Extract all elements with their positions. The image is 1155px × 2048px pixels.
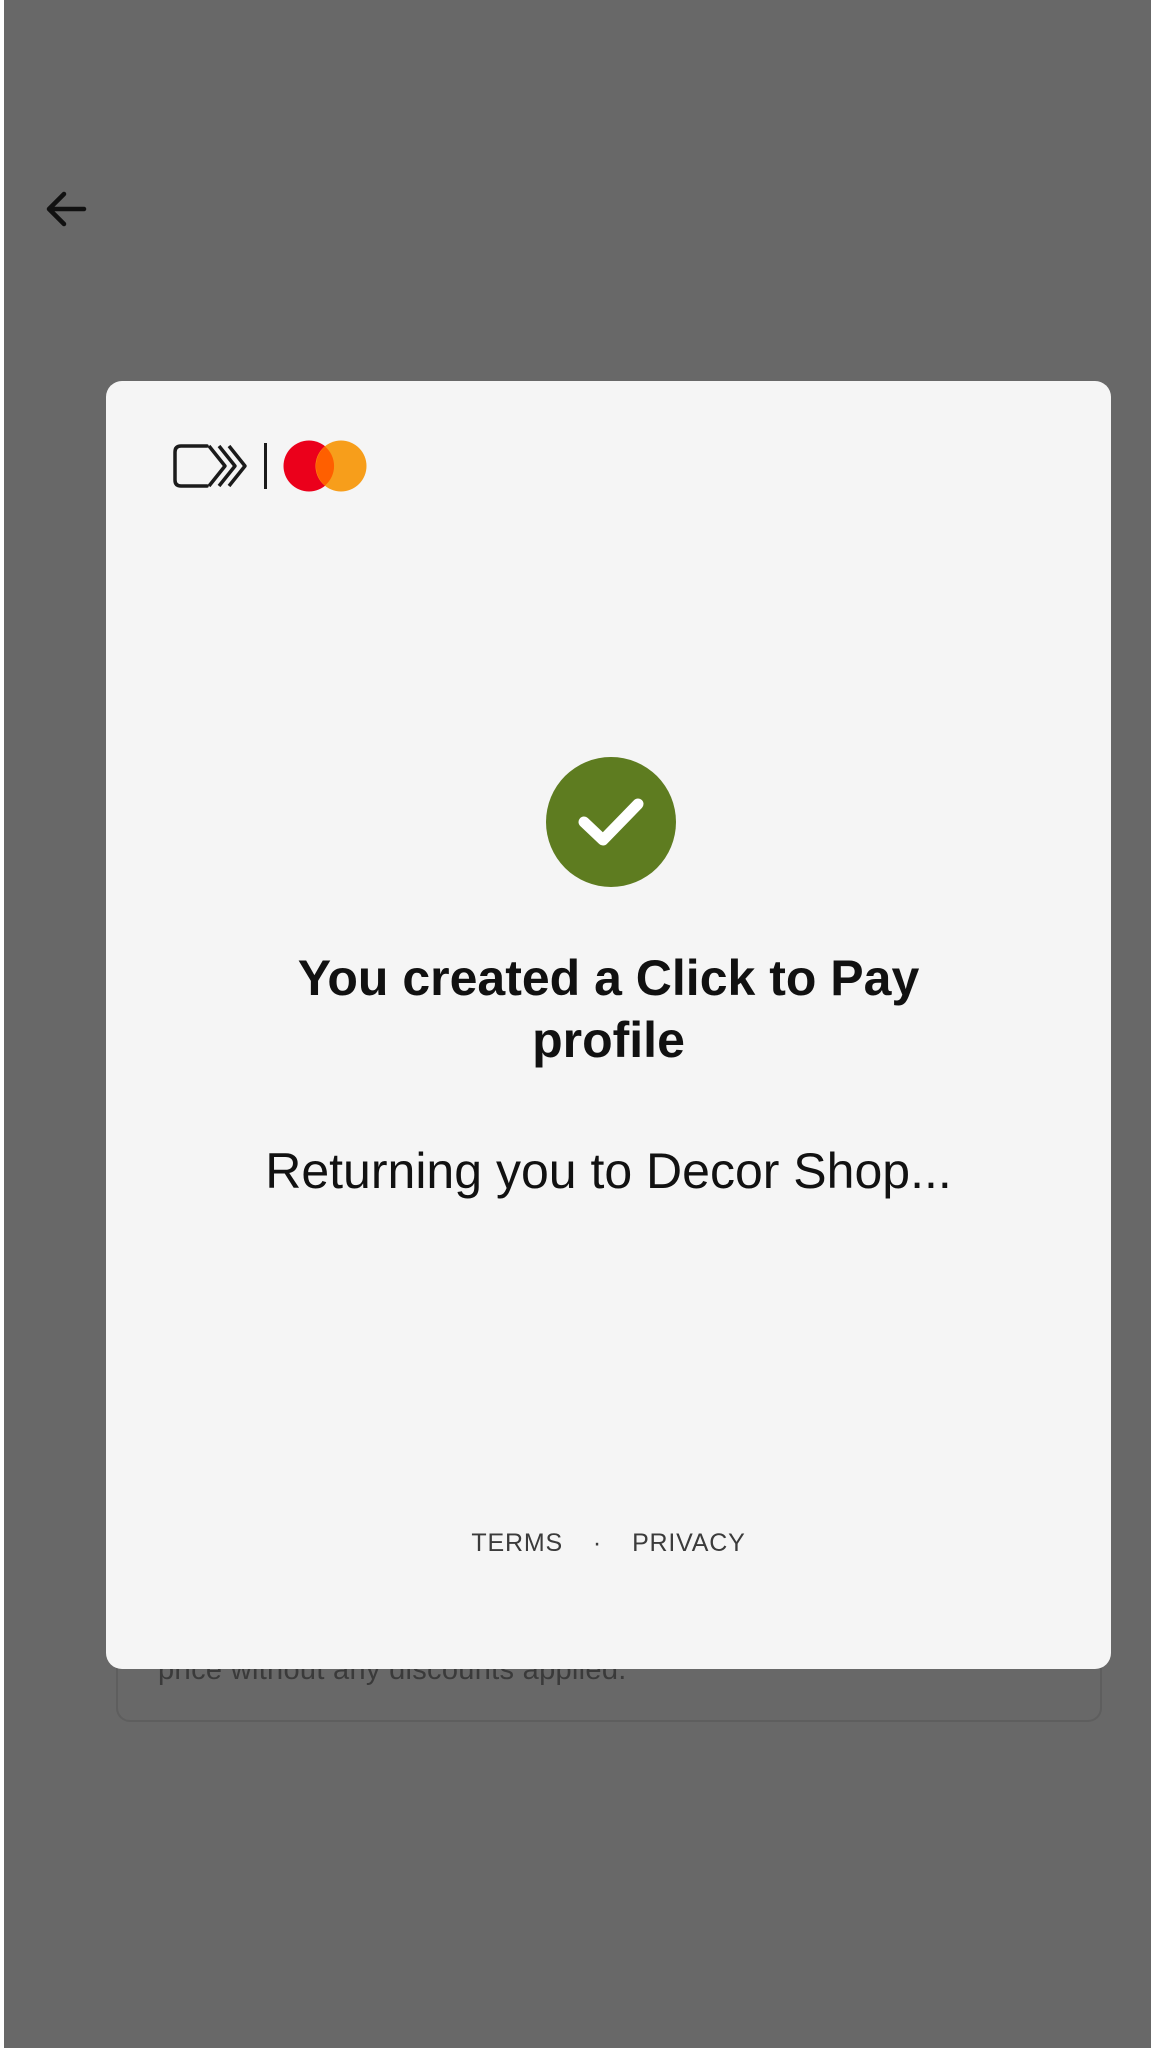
- brand-logos: [172, 436, 367, 496]
- checkmark-icon: [578, 798, 644, 846]
- footer-separator: ·: [592, 1529, 603, 1557]
- click-to-pay-logo: [173, 444, 247, 488]
- arrow-left-icon: [46, 191, 87, 227]
- redirect-message: Returning you to Decor Shop...: [265, 1143, 952, 1199]
- logo-divider: [264, 443, 267, 489]
- screen: price without any discounts applied. You…: [4, 0, 1151, 2048]
- success-badge: [546, 757, 676, 887]
- confirmation-title: You created a Click to Pay profile: [297, 950, 920, 1068]
- back-button[interactable]: [38, 184, 94, 234]
- terms-link[interactable]: TERMS: [471, 1529, 563, 1558]
- mastercard-logo: [283, 440, 367, 492]
- privacy-link[interactable]: PRIVACY: [632, 1529, 746, 1558]
- footer-links: TERMS · PRIVACY: [106, 1529, 1111, 1558]
- click-to-pay-modal: You created a Click to Pay profile Retur…: [106, 381, 1111, 1669]
